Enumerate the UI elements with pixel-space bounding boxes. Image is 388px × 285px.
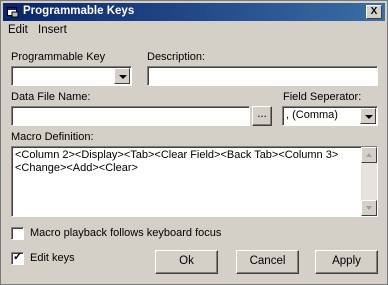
ok-button[interactable]: Ok xyxy=(155,250,218,274)
macro-definition-label: Macro Definition: xyxy=(11,131,94,143)
window-app-icon xyxy=(7,7,19,18)
macro-playback-checkbox[interactable] xyxy=(11,227,24,240)
macro-definition-textarea[interactable]: <Column 2><Display><Tab><Clear Field><Ba… xyxy=(11,146,378,217)
browse-button[interactable]: ... xyxy=(252,106,272,126)
chevron-down-icon xyxy=(365,115,373,119)
arrow-up-icon xyxy=(366,153,372,157)
programmable-key-dropdown-button[interactable] xyxy=(114,68,130,84)
menu-edit[interactable]: Edit xyxy=(8,24,28,36)
data-file-name-label: Data File Name: xyxy=(11,91,91,103)
field-separator-dropdown-button[interactable] xyxy=(360,108,376,124)
close-button[interactable]: X xyxy=(366,5,382,19)
edit-keys-label: Edit keys xyxy=(30,252,75,264)
field-separator-value: , (Comma) xyxy=(286,109,338,121)
macro-scrollbar[interactable] xyxy=(361,147,377,216)
field-separator-label: Field Seperator: xyxy=(283,91,362,103)
data-file-name-input[interactable] xyxy=(11,106,250,126)
checkmark-icon: ✓ xyxy=(13,251,23,263)
programmable-keys-dialog: Programmable Keys X Edit Insert Programm… xyxy=(0,0,388,285)
description-label: Description: xyxy=(147,51,206,63)
programmable-key-combobox[interactable] xyxy=(11,66,132,86)
scroll-down-button[interactable] xyxy=(361,200,377,216)
window-title: Programmable Keys xyxy=(23,5,135,17)
cancel-button[interactable]: Cancel xyxy=(236,250,299,274)
macro-definition-value: <Column 2><Display><Tab><Clear Field><Ba… xyxy=(15,149,339,174)
chevron-down-icon xyxy=(119,75,127,79)
programmable-key-label: Programmable Key xyxy=(11,51,106,63)
macro-playback-label: Macro playback follows keyboard focus xyxy=(30,227,222,239)
field-separator-combobox[interactable]: , (Comma) xyxy=(282,106,378,126)
menu-bar: Edit Insert xyxy=(3,22,385,40)
edit-keys-checkbox[interactable]: ✓ xyxy=(11,251,24,265)
description-input[interactable] xyxy=(147,66,378,86)
arrow-down-icon xyxy=(366,206,372,210)
apply-button[interactable]: Apply xyxy=(315,250,378,274)
scroll-up-button[interactable] xyxy=(361,147,377,163)
title-bar: Programmable Keys X xyxy=(3,3,385,21)
menu-insert[interactable]: Insert xyxy=(38,24,67,36)
